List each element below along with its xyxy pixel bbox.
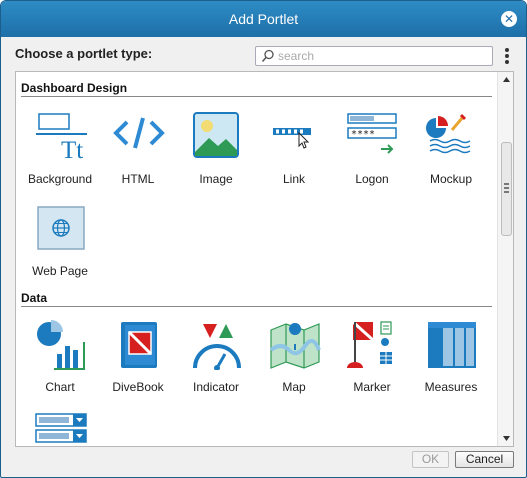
portlet-logon[interactable]: **** Logon: [332, 112, 412, 200]
section-title-dashboard-design: Dashboard Design: [21, 81, 128, 95]
search-box[interactable]: [255, 46, 493, 66]
portlet-marker[interactable]: Marker: [332, 320, 412, 408]
svg-text:Tt: Tt: [61, 137, 83, 162]
map-icon: [269, 323, 321, 369]
portlet-link[interactable]: Link: [254, 112, 334, 200]
web-page-icon: [37, 206, 85, 250]
portlet-selector[interactable]: [20, 412, 100, 446]
link-icon: [273, 128, 311, 149]
portlet-list[interactable]: Dashboard Design Tt Background HTML Imag…: [15, 71, 514, 447]
scroll-thumb[interactable]: [501, 142, 512, 236]
code-icon: [113, 117, 165, 149]
portlet-label: Image: [199, 172, 233, 186]
choose-portlet-label: Choose a portlet type:: [15, 46, 153, 61]
mockup-icon: [426, 113, 471, 154]
portlet-label: Background: [27, 172, 93, 186]
portlet-label: Web Page: [32, 264, 88, 278]
cancel-button[interactable]: Cancel: [455, 451, 514, 468]
portlet-indicator[interactable]: Indicator: [176, 320, 256, 408]
portlet-label: Link: [282, 172, 305, 186]
scroll-up-arrow-icon[interactable]: [502, 75, 511, 84]
portlet-label: Indicator: [192, 380, 240, 394]
svg-text:****: ****: [351, 129, 375, 140]
search-input[interactable]: [278, 48, 488, 64]
portlet-label: Logon: [355, 172, 389, 186]
measures-icon: [428, 322, 476, 368]
indicator-icon: [193, 324, 241, 370]
chart-icon: [37, 320, 85, 370]
portlet-image[interactable]: Image: [176, 112, 256, 200]
dialog-title: Add Portlet: [228, 11, 299, 27]
dialog-title-bar: Add Portlet ✕: [1, 1, 526, 37]
section-title-data: Data: [21, 291, 48, 305]
portlet-label: Measures: [424, 380, 478, 394]
scroll-down-arrow-icon[interactable]: [502, 434, 511, 443]
portlet-label: Marker: [353, 380, 391, 394]
add-portlet-dialog: Add Portlet ✕ Choose a portlet type: Das…: [0, 0, 527, 478]
portlet-measures[interactable]: Measures: [411, 320, 491, 408]
portlet-label: Mockup: [429, 172, 473, 186]
logon-icon: ****: [347, 113, 397, 154]
portlet-map[interactable]: Map: [254, 320, 334, 408]
portlet-html[interactable]: HTML: [98, 112, 178, 200]
selector-icon: [35, 413, 87, 443]
portlet-divebook[interactable]: DiveBook: [98, 320, 178, 408]
section-divider: [21, 306, 492, 307]
ok-button[interactable]: OK: [412, 451, 449, 468]
image-icon: [193, 112, 239, 158]
portlet-web-page[interactable]: Web Page: [20, 204, 100, 292]
section-divider: [21, 96, 492, 97]
portlet-label: Map: [282, 380, 306, 394]
portlet-mockup[interactable]: Mockup: [411, 112, 491, 200]
scrollbar[interactable]: [497, 72, 513, 446]
marker-icon: [347, 320, 392, 368]
vertical-dots-icon[interactable]: [502, 47, 512, 65]
portlet-chart[interactable]: Chart: [20, 320, 100, 408]
portlet-label: DiveBook: [112, 380, 164, 394]
background-icon: Tt: [36, 113, 87, 162]
portlet-label: HTML: [121, 172, 155, 186]
divebook-icon: [121, 322, 157, 368]
portlet-background[interactable]: Tt Background: [20, 112, 100, 200]
search-icon: [261, 49, 274, 62]
close-icon[interactable]: ✕: [501, 11, 517, 27]
portlet-label: Chart: [45, 380, 75, 394]
